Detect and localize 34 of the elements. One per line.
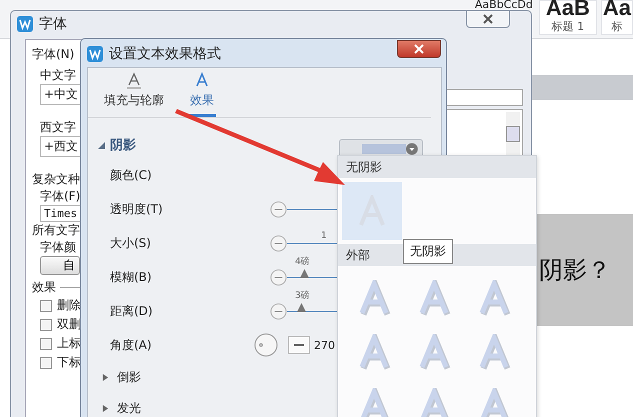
slider-value: 1: [321, 230, 327, 240]
field-label: 西文字: [40, 119, 76, 136]
style-tile[interactable]: AaB 标题 1: [538, 0, 597, 35]
option-label: 大小(S): [110, 234, 152, 252]
option-label: 角度(A): [110, 336, 153, 354]
field-label: 字体(F): [40, 188, 80, 205]
font-tab[interactable]: 字体(N): [32, 46, 74, 63]
checkbox-label: 下标: [57, 354, 81, 371]
color-button[interactable]: 自: [40, 256, 80, 275]
option-label: 距离(D): [110, 302, 154, 320]
option-label: 颜色(C): [110, 166, 153, 184]
tab[interactable]: 填充与轮廓: [102, 72, 166, 117]
field-label: 中文字: [40, 67, 76, 84]
angle-value[interactable]: 270: [314, 338, 335, 352]
section-header[interactable]: 倒影: [88, 362, 162, 393]
text-block: 阴影？: [535, 214, 633, 326]
section-header[interactable]: 阴影: [98, 136, 158, 154]
dialog-title: 设置文本效果格式: [109, 45, 221, 63]
checkbox-label: 上标: [57, 335, 81, 352]
field-label: 字体颜: [40, 239, 76, 256]
section-header[interactable]: 发光: [88, 393, 162, 417]
option-label: 透明度(T): [110, 200, 164, 218]
menu-header: 无阴影: [338, 156, 536, 178]
group-heading: 效果: [32, 279, 56, 296]
slider-value: 4磅: [295, 256, 310, 266]
checkbox-label: 删除: [57, 297, 81, 314]
dialog-title: 字体: [39, 15, 67, 33]
tooltip: 无阴影: [403, 239, 453, 264]
group-heading: 复杂文种: [32, 171, 80, 188]
group-heading: 所有文字: [32, 222, 80, 239]
style-preview[interactable]: AaBbCcDd: [474, 0, 533, 11]
option-label: 模糊(B): [110, 268, 153, 286]
slider-value: 3磅: [295, 290, 310, 300]
style-tile[interactable]: Aa 标: [600, 0, 633, 35]
